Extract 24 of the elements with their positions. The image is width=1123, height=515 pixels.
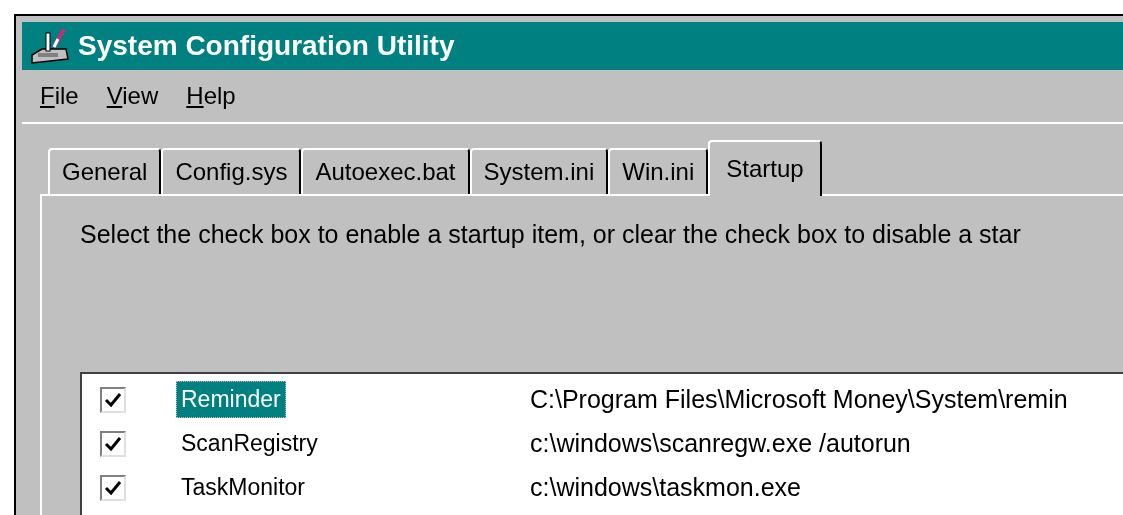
item-name[interactable]: Reminder <box>176 381 286 418</box>
item-name[interactable]: TaskMonitor <box>176 469 310 506</box>
checkbox[interactable] <box>100 430 126 457</box>
check-icon <box>104 391 122 408</box>
check-icon <box>104 435 122 452</box>
tab[interactable]: Autoexec.bat <box>301 148 470 194</box>
tab[interactable]: Win.ini <box>608 148 709 194</box>
computer-tool-icon <box>28 25 72 67</box>
tab[interactable]: Config.sys <box>161 148 302 194</box>
item-name[interactable]: ScanRegistry <box>176 425 323 462</box>
command-path: c:\windows\scanregw.exe /autorun <box>530 427 911 459</box>
tab[interactable]: General <box>48 148 162 194</box>
command-path: C:\Program Files\Microsoft Money\System\remin <box>530 383 1068 415</box>
checkbox[interactable] <box>100 474 126 501</box>
menu-item[interactable]: Help <box>186 78 236 114</box>
tab[interactable]: System.ini <box>469 148 609 194</box>
command-path: c:\windows\taskmon.exe <box>530 471 801 503</box>
window-title: System Configuration Utility <box>78 29 455 63</box>
menu-item[interactable]: View <box>106 78 159 114</box>
check-icon <box>104 479 122 496</box>
tab[interactable]: Startup <box>708 140 822 196</box>
checkbox[interactable] <box>100 386 126 413</box>
instruction-text: Select the check box to enable a startup item, or clear the check box to disable a star <box>80 219 1022 250</box>
menu-item[interactable]: File <box>40 78 79 114</box>
